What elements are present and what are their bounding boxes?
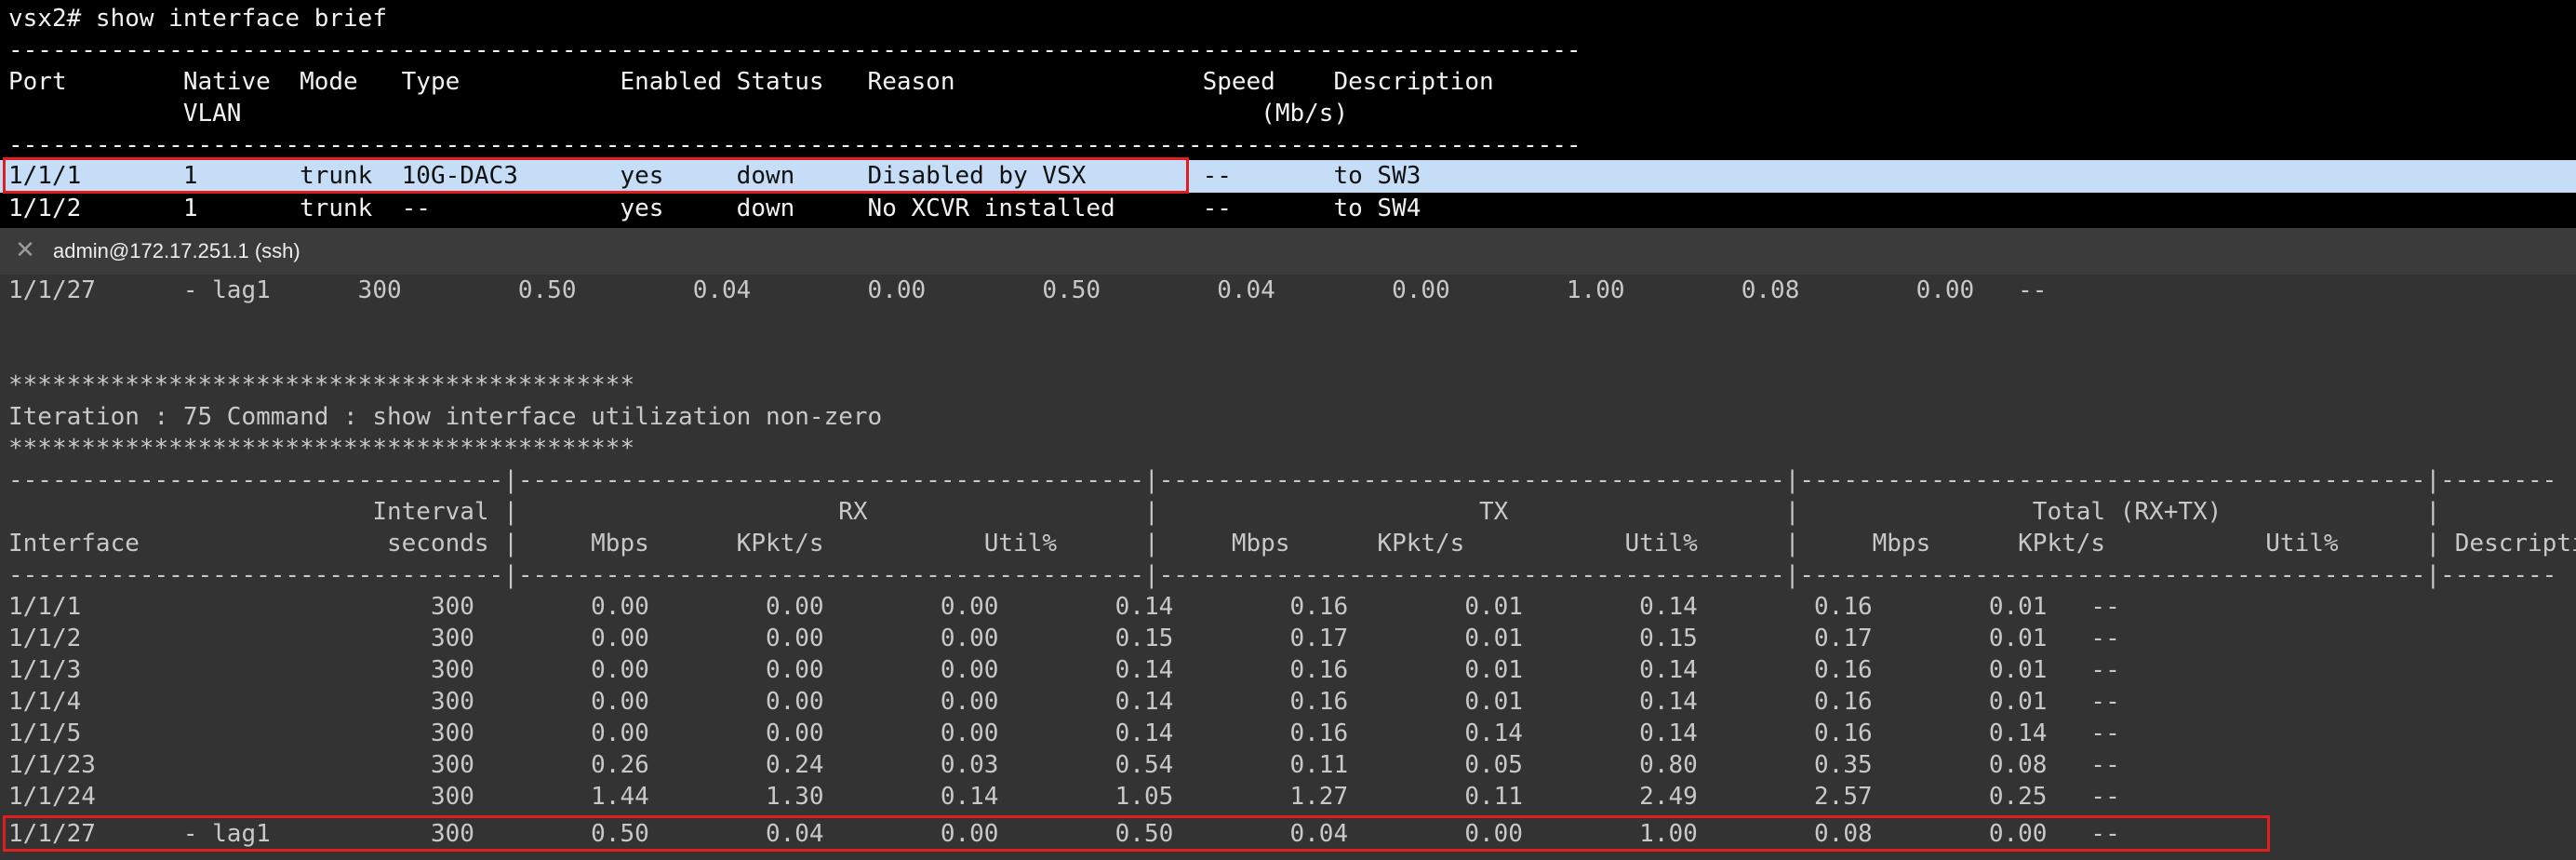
table-row: 1/1/2 1 trunk -- yes down No XCVR instal… (8, 195, 1421, 222)
table-row: 1/1/23 300 0.26 0.24 0.03 0.54 0.11 0.05… (8, 751, 2120, 779)
table-row: 1/1/5 300 0.00 0.00 0.00 0.14 0.16 0.14 … (8, 719, 2120, 747)
table-row: 1/1/2 300 0.00 0.00 0.00 0.15 0.17 0.01 … (8, 625, 2120, 652)
table-row: 1/1/1 300 0.00 0.00 0.00 0.14 0.16 0.01 … (8, 593, 2120, 621)
table-row: 1/1/24 300 1.44 1.30 0.14 1.05 1.27 0.11… (8, 783, 2120, 811)
separator-line: ----------------------------------------… (8, 36, 1581, 64)
dash-separator: ----------------------------------|-----… (8, 561, 2557, 589)
close-icon[interactable]: ✕ (11, 236, 39, 264)
table-header-line-2: VLAN (Mb/s) (8, 100, 1349, 128)
top-terminal-pane[interactable]: vsx2# show interface brief -------------… (0, 0, 2576, 228)
command-prompt: vsx2# show interface brief (8, 5, 387, 33)
session-tab-bar[interactable]: ✕ admin@172.17.251.1 (ssh) (0, 228, 2576, 275)
asterisk-separator: ****************************************… (8, 371, 635, 399)
table-row: 1/1/4 300 0.00 0.00 0.00 0.14 0.16 0.01 … (8, 688, 2120, 716)
bottom-terminal-pane[interactable]: 1/1/27 - lag1 300 0.50 0.04 0.00 0.50 0.… (0, 275, 2576, 860)
session-tab-title[interactable]: admin@172.17.251.1 (ssh) (53, 237, 300, 265)
table-header-line-1: Port Native Mode Type Enabled Status Rea… (8, 68, 1494, 96)
table-row: 1/1/3 300 0.00 0.00 0.00 0.14 0.16 0.01 … (8, 656, 2120, 684)
partially-hidden-row: 1/1/2 1 trunk -- yes down No XCVR instal… (0, 193, 2576, 228)
highlight-annotation-box (3, 815, 2270, 852)
separator-line: ----------------------------------------… (8, 131, 1581, 159)
asterisk-separator: ****************************************… (8, 435, 635, 463)
header-line-1: Interval | RX | TX | Total (RX+TX) | (8, 498, 2441, 526)
output-line: 1/1/27 - lag1 300 0.50 0.04 0.00 0.50 0.… (8, 276, 2048, 304)
iteration-line: Iteration : 75 Command : show interface … (8, 403, 883, 431)
dash-separator: ----------------------------------|-----… (8, 466, 2557, 494)
highlight-annotation-box (3, 157, 1189, 194)
header-line-2: Interface seconds | Mbps KPkt/s Util% | … (8, 530, 2576, 558)
